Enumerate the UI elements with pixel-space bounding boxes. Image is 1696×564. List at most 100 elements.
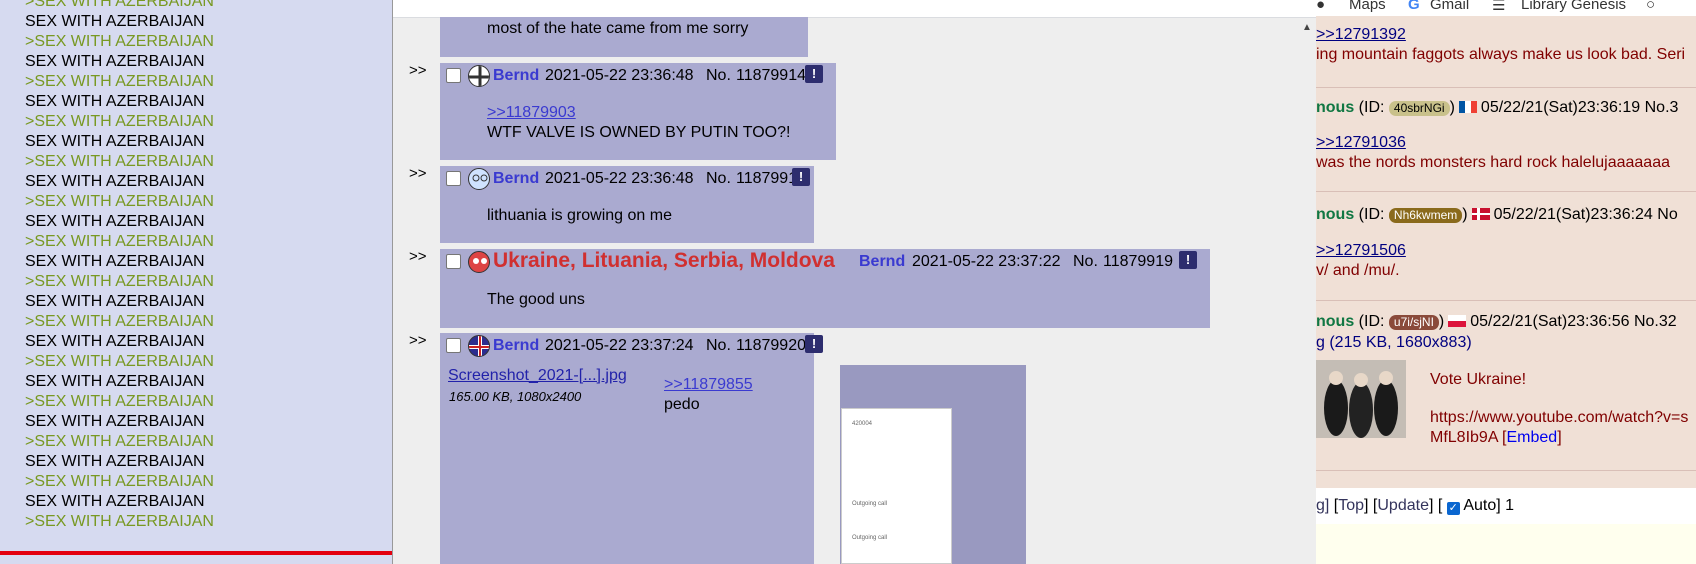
maps-icon[interactable]: ● [1316, 0, 1325, 13]
report-icon[interactable]: ! [805, 335, 823, 353]
ball-flag-icon [468, 251, 490, 273]
post-body: The good uns [487, 291, 585, 308]
post-checkbox[interactable] [446, 338, 461, 353]
thread-nav-bar: g] [Top] [Update] [ ✓ Auto] 1 [1316, 488, 1696, 524]
post-datetime: 2021-05-22 23:37:24 [545, 337, 694, 354]
bookmark-gmail[interactable]: Gmail [1430, 0, 1469, 13]
nav-link-g[interactable]: g] [1316, 497, 1329, 514]
quote-link[interactable]: >>12791392 [1316, 25, 1406, 45]
post-subject: Ukraine, Lituania, Serbia, Moldova [493, 249, 835, 272]
poster-id-badge[interactable]: 40sbrNGi [1388, 101, 1450, 116]
quote-link[interactable]: >>11879855 [664, 376, 753, 394]
thread-nav: g] [Top] [Update] [ ✓ Auto] 1 [1316, 497, 1515, 515]
red-separator-line [0, 551, 392, 555]
poster-name: nous [1316, 206, 1355, 223]
greentext-line: >SEX WITH AZERBAIJAN [25, 473, 214, 490]
post-11879919: Ukraine, Lituania, Serbia, Moldova Bernd… [440, 249, 1210, 328]
greentext-line: >SEX WITH AZERBAIJAN [25, 73, 214, 90]
text-line: SEX WITH AZERBAIJAN [25, 53, 205, 70]
post-datetime: 05/22/21(Sat)23:36:56 [1470, 313, 1630, 330]
post-separator [1316, 470, 1696, 471]
text-line: SEX WITH AZERBAIJAN [25, 293, 205, 310]
post-arrow: >> [409, 332, 427, 349]
post-datetime: 2021-05-22 23:36:48 [545, 170, 694, 187]
thumb-text: 420004 [852, 421, 873, 427]
library-icon[interactable]: ☰ [1492, 0, 1505, 14]
top-link[interactable]: Top [1338, 497, 1364, 514]
post-checkbox[interactable] [446, 254, 461, 269]
post-body-url: https://www.youtube.com/watch?v=s [1430, 409, 1689, 426]
poster-name: nous [1316, 99, 1355, 116]
quote-link[interactable]: >>11879903 [487, 104, 576, 122]
post-checkbox[interactable] [446, 171, 461, 186]
bookmark-library-genesis[interactable]: Library Genesis [1521, 0, 1626, 13]
scroll-up-arrow-icon[interactable]: ▲ [1302, 22, 1312, 33]
file-name-link[interactable]: Screenshot_2021-[...].jpg [448, 367, 627, 385]
post-body: most of the hate came from me sorry [487, 20, 749, 37]
greentext-line: >SEX WITH AZERBAIJAN [25, 233, 214, 250]
poster-id-badge[interactable]: u7i/sjNI [1388, 315, 1439, 330]
poster-name: Bernd [859, 253, 906, 270]
file-info: 165.00 KB, 1080x2400 [449, 389, 582, 404]
poster-id-badge[interactable]: Nh6kwmem [1388, 208, 1463, 223]
greentext-line: >SEX WITH AZERBAIJAN [25, 393, 214, 410]
bookmark-maps[interactable]: Maps [1349, 0, 1386, 13]
poster-name: nous [1316, 313, 1355, 330]
update-link[interactable]: Update [1377, 497, 1429, 514]
update-count: 1 [1505, 497, 1515, 514]
image-thumbnail[interactable]: 420004 Outgoing call Outgoing call [841, 408, 952, 564]
post-body: pedo [664, 396, 700, 413]
gmail-icon[interactable]: G [1408, 0, 1420, 13]
post-body: v/ and /mu/. [1316, 262, 1400, 279]
post-header: nous (ID: u7i/sjNI) 05/22/21(Sat)23:36:56… [1316, 313, 1677, 330]
post-number[interactable]: 11879914 [736, 67, 806, 85]
text-line: SEX WITH AZERBAIJAN [25, 253, 205, 270]
auto-checkbox[interactable]: ✓ [1446, 502, 1460, 515]
embed-link[interactable]: Embed [1507, 429, 1558, 446]
center-thread-window: ▲ most of the hate came from me sorry >>… [392, 0, 1318, 564]
image-thumbnail[interactable] [1316, 360, 1406, 438]
post-number[interactable]: No.3 [1645, 99, 1679, 116]
bookmarks-bar: ● Maps G Gmail ☰ Library Genesis ○ [1316, 0, 1696, 16]
globe-icon[interactable]: ○ [1646, 0, 1655, 13]
post-body: ing mountain faggots always make us look… [1316, 46, 1686, 63]
post-number[interactable]: No.32 [1634, 313, 1677, 330]
post-datetime: 05/22/21(Sat)23:36:24 [1493, 206, 1653, 223]
ball-flag-icon [468, 335, 490, 357]
post-number[interactable]: No [1657, 206, 1677, 223]
report-icon[interactable]: ! [792, 168, 810, 186]
auto-label: Auto] [1463, 497, 1501, 514]
file-link[interactable]: g (215 KB, 1680x883) [1316, 334, 1472, 351]
greentext-line: >SEX WITH AZERBAIJAN [25, 0, 214, 10]
post-arrow: >> [409, 62, 427, 79]
quote-link[interactable]: >>12791036 [1316, 133, 1406, 153]
page-bottom [1316, 524, 1696, 564]
text-line: SEX WITH AZERBAIJAN [25, 173, 205, 190]
text-line: SEX WITH AZERBAIJAN [25, 493, 205, 510]
post-no-label: No. [706, 337, 731, 354]
text-line: SEX WITH AZERBAIJAN [25, 413, 205, 430]
greentext-line: >SEX WITH AZERBAIJAN [25, 33, 214, 50]
post-previous: most of the hate came from me sorry [440, 17, 808, 57]
post-11879915: Bernd 2021-05-22 23:36:48 No. 11879915 !… [440, 166, 814, 243]
post-separator [1316, 191, 1696, 192]
ball-flag-icon [468, 65, 490, 87]
post-checkbox[interactable] [446, 68, 461, 83]
greentext-line: >SEX WITH AZERBAIJAN [25, 113, 214, 130]
poster-name: Bernd [493, 337, 540, 354]
report-icon[interactable]: ! [805, 65, 823, 83]
post-number[interactable]: 11879919 [1103, 253, 1173, 271]
quote-link[interactable]: >>12791506 [1316, 241, 1406, 261]
post-arrow: >> [409, 248, 427, 265]
left-thread-panel: >SEX WITH AZERBAIJAN SEX WITH AZERBAIJAN >… [0, 0, 392, 564]
post-number[interactable]: 11879920 [736, 337, 806, 355]
poland-flag-icon [1448, 315, 1467, 327]
post-no-label: No. [706, 170, 731, 187]
post-body: lithuania is growing on me [487, 207, 672, 224]
post-datetime: 2021-05-22 23:37:22 [912, 253, 1061, 270]
id-label: (ID: [1358, 99, 1385, 116]
report-icon[interactable]: ! [1179, 251, 1197, 269]
greentext-line: >SEX WITH AZERBAIJAN [25, 273, 214, 290]
greentext-line: >SEX WITH AZERBAIJAN [25, 513, 214, 530]
text-line: SEX WITH AZERBAIJAN [25, 373, 205, 390]
